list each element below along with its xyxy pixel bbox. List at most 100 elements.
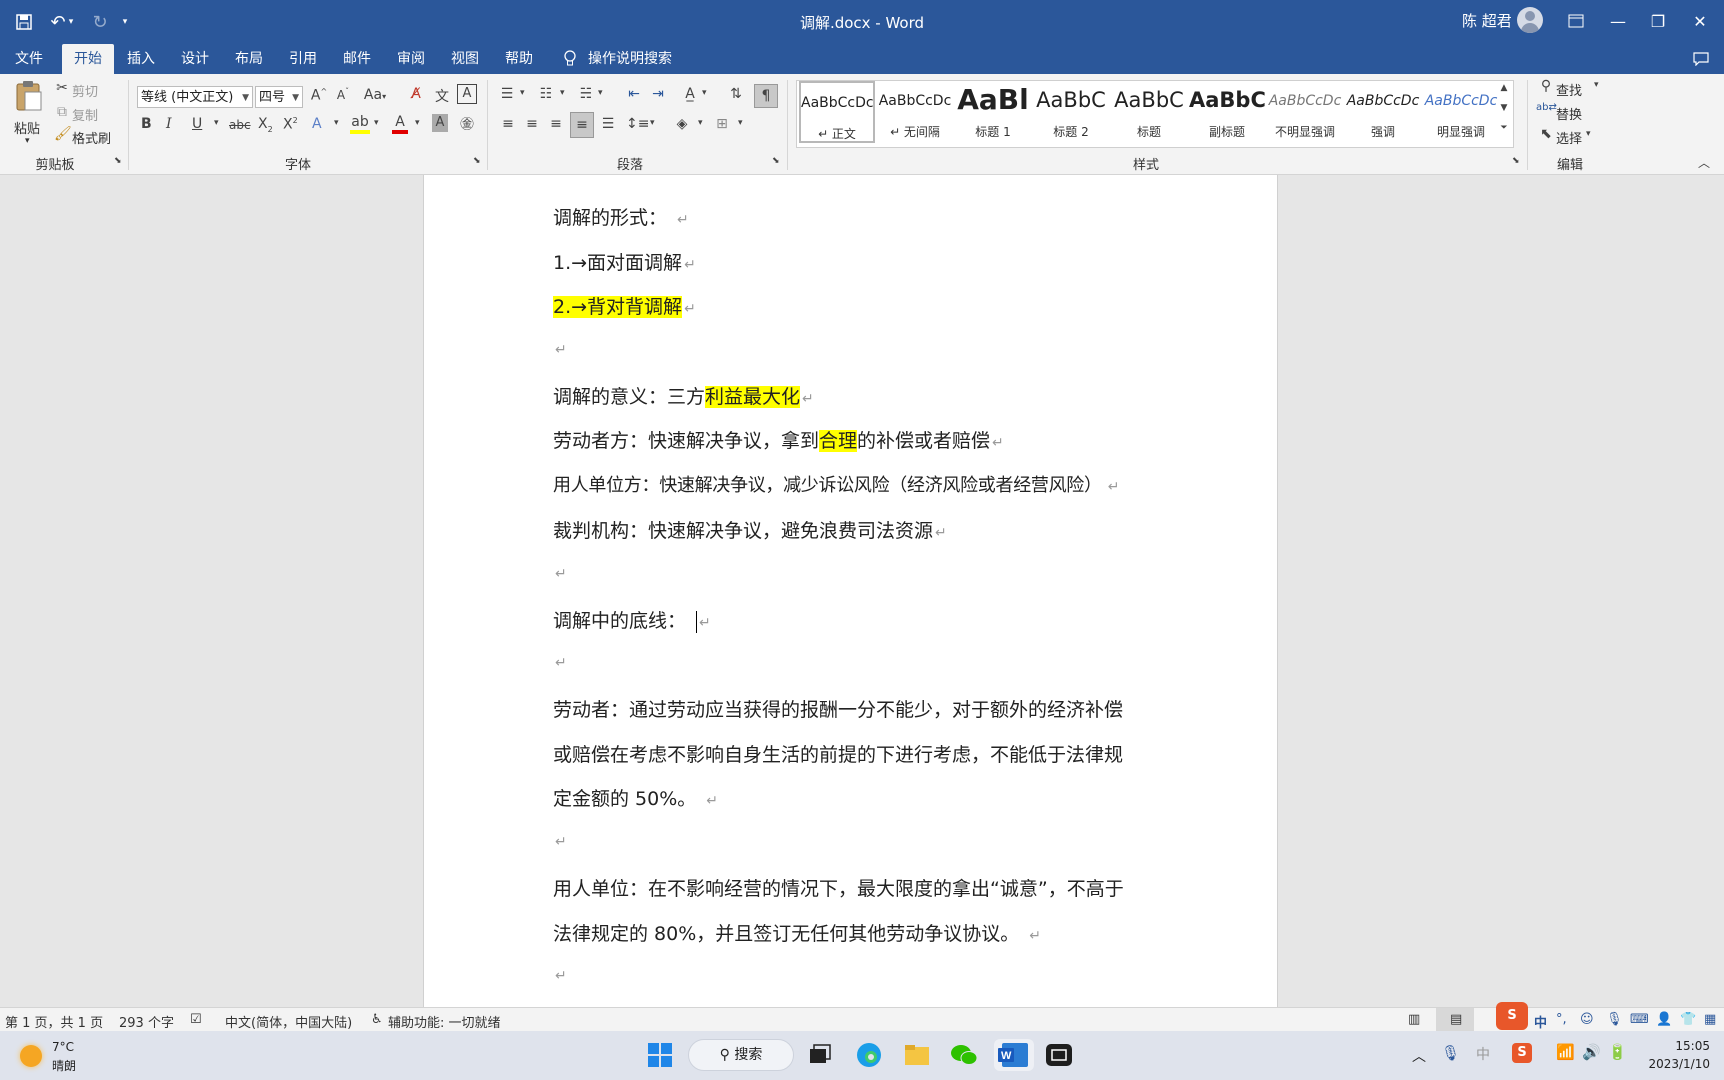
sort-icon[interactable]: ⇅ [726, 86, 746, 102]
ime-tray-icon[interactable]: 中 [1476, 1044, 1490, 1064]
line-spacing-icon[interactable]: ↕≡ [626, 116, 649, 132]
tab-review[interactable]: 审阅 [388, 44, 434, 74]
distributed-icon[interactable]: ☰ [598, 116, 618, 132]
align-right-icon[interactable]: ≡ [546, 116, 566, 132]
empty-paragraph[interactable]: ↵ [553, 561, 567, 583]
page-count[interactable]: 第 1 页，共 1 页 [5, 1012, 103, 1031]
edge-icon[interactable] [853, 1039, 885, 1071]
paragraph[interactable]: 劳动者方：快速解决争议，拿到合理的补偿或者赔偿 ↵ [553, 426, 1004, 453]
wechat-icon[interactable] [948, 1039, 980, 1071]
volume-icon[interactable]: 🔊 [1582, 1043, 1601, 1061]
borders-icon[interactable]: ⊞ [712, 116, 732, 132]
windows-start-icon[interactable] [644, 1039, 676, 1071]
font-color-dropdown-icon[interactable]: ▾ [415, 118, 420, 128]
empty-paragraph[interactable]: ↵ [553, 337, 567, 359]
style-emphasis[interactable]: AaBbCcDc 强调 [1345, 81, 1421, 143]
ime-keyboard-icon[interactable]: ⌨ [1630, 1012, 1649, 1027]
chinese-layout-dropdown-icon[interactable]: ▾ [702, 88, 707, 98]
styles-more-icon[interactable]: ⏷ [1497, 123, 1511, 133]
borders-dropdown-icon[interactable]: ▾ [738, 118, 743, 128]
ime-emoji-icon[interactable]: ☺ [1580, 1012, 1594, 1027]
collapse-ribbon-icon[interactable]: ︿ [1696, 154, 1712, 171]
subscript-icon[interactable]: X2 [258, 116, 273, 134]
select-dropdown-icon[interactable]: ▾ [1586, 129, 1591, 139]
file-explorer-icon[interactable] [901, 1039, 933, 1071]
cursor-select-icon[interactable]: ⬉ [1538, 126, 1554, 142]
align-left-icon[interactable]: ≡ [498, 116, 518, 132]
text-effects-icon[interactable]: A [312, 116, 322, 132]
select-button[interactable]: 选择 [1556, 128, 1582, 147]
style-intense-emphasis[interactable]: AaBbCcDc 明显强调 [1423, 81, 1499, 143]
increase-indent-icon[interactable]: ⇥ [648, 86, 668, 102]
justify-icon[interactable]: ≡ [570, 112, 594, 138]
empty-paragraph[interactable]: ↵ [553, 829, 567, 851]
clock-date[interactable]: 2023/1/10 [1640, 1057, 1710, 1071]
highlight-dropdown-icon[interactable]: ▾ [374, 118, 379, 128]
style-normal[interactable]: AaBbCcDc ↵ 正文 [799, 81, 875, 143]
paste-dropdown-icon[interactable]: ▾ [25, 136, 30, 146]
numbering-icon[interactable]: ☷ [536, 86, 556, 102]
sogou-ime-icon[interactable]: S [1496, 1002, 1528, 1030]
enclose-characters-icon[interactable]: ㊎ [458, 114, 476, 134]
accessibility-icon[interactable]: ♿ [371, 1012, 383, 1027]
battery-icon[interactable]: 🔋 [1608, 1043, 1627, 1061]
shrink-font-icon[interactable]: Aˇ [334, 87, 352, 102]
change-case-icon[interactable]: Aa▾ [362, 87, 388, 103]
ime-chinese-mode[interactable]: 中 [1534, 1012, 1547, 1031]
styles-scroll-down-icon[interactable]: ▼ [1497, 103, 1511, 113]
styles-scroll-up-icon[interactable]: ▲ [1497, 83, 1511, 93]
character-shading-icon[interactable]: A [432, 114, 448, 132]
proofing-icon[interactable]: ☑ [190, 1012, 202, 1027]
clock-time[interactable]: 15:05 [1656, 1039, 1710, 1053]
tab-help[interactable]: 帮助 [496, 44, 542, 74]
bullets-dropdown-icon[interactable]: ▾ [520, 88, 525, 98]
paragraph-line[interactable]: 用人单位：在不影响经营的情况下，最大限度的拿出“诚意”，不高于 [553, 874, 1124, 901]
weather-desc[interactable]: 晴朗 [52, 1057, 76, 1074]
capture-app-icon[interactable] [1043, 1039, 1075, 1071]
align-center-icon[interactable]: ≡ [522, 116, 542, 132]
ime-voice-icon[interactable]: 🎙 [1606, 1012, 1623, 1027]
style-no-spacing[interactable]: AaBbCcDc ↵ 无间隔 [877, 81, 953, 143]
clear-formatting-icon[interactable]: A̸ [406, 86, 426, 102]
font-name-select[interactable]: 等线 (中文正文) ▼ [137, 86, 253, 108]
tab-layout[interactable]: 布局 [226, 44, 272, 74]
paste-icon[interactable] [12, 80, 46, 114]
empty-paragraph[interactable]: ↵ [553, 650, 567, 672]
find-button[interactable]: 查找 [1556, 80, 1582, 99]
copy-icon[interactable]: ⧉ [54, 104, 70, 120]
minimize-button[interactable]: — [1598, 6, 1638, 36]
paragraph[interactable]: 2.→背对背调解 ↵ [553, 292, 696, 319]
tab-home[interactable]: 开始 [62, 44, 114, 74]
tab-references[interactable]: 引用 [280, 44, 326, 74]
ime-skin-icon[interactable]: 👕 [1680, 1012, 1696, 1027]
tab-view[interactable]: 视图 [442, 44, 488, 74]
ribbon-display-options-icon[interactable] [1556, 6, 1596, 36]
cut-icon[interactable]: ✂ [54, 80, 70, 96]
highlight-icon[interactable]: ab [350, 114, 370, 134]
tell-me-search[interactable]: 操作说明搜索 [588, 44, 678, 74]
grow-font-icon[interactable]: A^ [310, 87, 328, 104]
paste-label[interactable]: 粘贴 [14, 118, 40, 137]
paragraph-line[interactable]: 劳动者：通过劳动应当获得的报酬一分不能少，对于额外的经济补偿 [553, 695, 1123, 722]
read-mode-icon[interactable]: ▥ [1408, 1012, 1420, 1027]
clipboard-launcher-icon[interactable]: ⬊ [114, 156, 122, 166]
word-taskbar-icon[interactable]: W [994, 1039, 1034, 1071]
language-status[interactable]: 中文(简体，中国大陆) [225, 1012, 352, 1031]
replace-button[interactable]: 替换 [1556, 104, 1582, 123]
bold-icon[interactable]: B [141, 116, 152, 132]
paragraph[interactable]: 裁判机构：快速解决争议，避免浪费司法资源 ↵ [553, 516, 947, 543]
tab-design[interactable]: 设计 [172, 44, 218, 74]
paragraph[interactable]: 用人单位方：快速解决争议，减少诉讼风险（经济风险或者经营风险） ↵ [553, 471, 1119, 497]
avatar[interactable] [1517, 7, 1543, 33]
tab-file[interactable]: 文件 [6, 44, 52, 74]
paragraph[interactable]: 调解的形式： ↵ [553, 203, 689, 230]
font-launcher-icon[interactable]: ⬊ [473, 156, 481, 166]
sogou-tray-icon[interactable]: S [1512, 1043, 1532, 1063]
paragraph-line[interactable]: 或赔偿在考虑不影响自身生活的前提的下进行考虑，不能低于法律规 [553, 740, 1123, 767]
font-color-icon[interactable]: A [392, 114, 408, 134]
paragraph-launcher-icon[interactable]: ⬊ [772, 156, 780, 166]
format-painter-icon[interactable]: 🖌 [54, 126, 72, 142]
italic-icon[interactable]: I [166, 116, 172, 132]
paragraph[interactable]: 1.→面对面调解 ↵ [553, 248, 696, 275]
format-painter-button[interactable]: 格式刷 [72, 128, 111, 147]
